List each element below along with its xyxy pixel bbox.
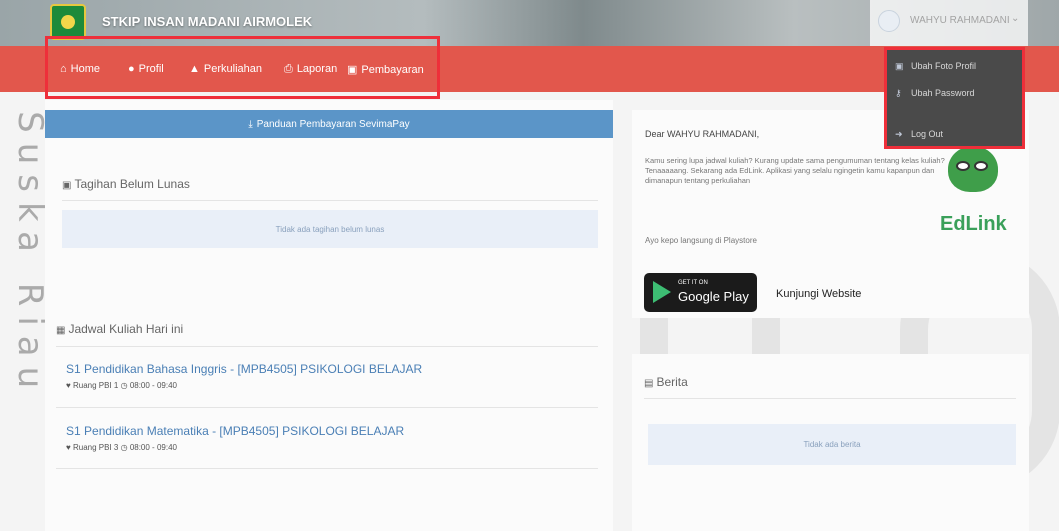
newspaper-icon: ▤ <box>644 378 654 389</box>
edlink-logo: EdLink <box>940 213 1007 235</box>
menu-logout-label: Log Out <box>911 129 944 139</box>
visit-website-link[interactable]: Kunjungi Website <box>776 288 861 300</box>
menu-change-photo[interactable]: ▣ Ubah Foto Profil <box>895 61 976 72</box>
news-title-text: Berita <box>656 375 688 389</box>
key-icon: ⚷ <box>895 88 902 98</box>
institution-logo <box>50 4 86 40</box>
calendar-icon: ▦ <box>56 325 66 336</box>
promo-line-1: Kamu sering lupa jadwal kuliah? Kurang u… <box>645 156 945 165</box>
chevron-down-icon: ⌄ <box>1011 13 1020 24</box>
gplay-big-text: Google Play <box>678 289 749 304</box>
course-link[interactable]: S1 Pendidikan Matematika - [MPB4505] PSI… <box>66 424 404 438</box>
promo-greeting: Dear WAHYU RAHMADANI, <box>645 129 760 139</box>
nav-highlight-box <box>45 36 440 99</box>
user-menu-toggle[interactable]: WAHYU RAHMADANI ⌄ <box>870 0 1028 46</box>
course-meta: ♥ Ruang PBI 3 ◷ 08:00 - 09:40 <box>66 443 404 452</box>
news-title: ▤ Berita <box>644 375 688 389</box>
download-icon: ⤓ <box>248 118 253 130</box>
menu-change-photo-label: Ubah Foto Profil <box>911 61 977 71</box>
divider <box>56 346 598 347</box>
news-empty-message: Tidak ada berita <box>648 424 1016 465</box>
promo-playstore-text: Ayo kepo langsung di Playstore <box>645 236 757 245</box>
course-meta: ♥ Ruang PBI 1 ◷ 08:00 - 09:40 <box>66 381 422 390</box>
main-panel <box>45 100 613 531</box>
bills-empty-message: Tidak ada tagihan belum lunas <box>62 210 598 248</box>
menu-change-password[interactable]: ⚷ Ubah Password <box>895 88 975 99</box>
course-time: 08:00 - 09:40 <box>129 443 177 452</box>
menu-logout[interactable]: ➜ Log Out <box>895 129 943 140</box>
payment-guide-label: Panduan Pembayaran SevimaPay <box>256 118 410 130</box>
edlink-mascot-icon <box>948 146 998 192</box>
divider <box>56 407 598 408</box>
clock-icon: ◷ <box>120 381 128 390</box>
eye <box>974 161 988 171</box>
promo-text: Kamu sering lupa jadwal kuliah? Kurang u… <box>645 156 945 186</box>
course-time: 08:00 - 09:40 <box>129 381 177 390</box>
course-link[interactable]: S1 Pendidikan Bahasa Inggris - [MPB4505]… <box>66 362 422 376</box>
money-icon: ▣ <box>62 180 72 191</box>
bills-title-text: Tagihan Belum Lunas <box>74 177 190 191</box>
list-item: S1 Pendidikan Matematika - [MPB4505] PSI… <box>66 424 404 452</box>
avatar <box>878 10 900 32</box>
app-title: STKIP INSAN MADANI AIRMOLEK <box>102 14 313 29</box>
course-room: Ruang PBI 1 <box>72 381 119 390</box>
map-marker-icon: ♥ <box>66 381 71 390</box>
user-dropdown-menu: ▣ Ubah Foto Profil ⚷ Ubah Password ➜ Log Ou… <box>884 47 1025 149</box>
eye <box>956 161 970 171</box>
divider <box>62 200 598 201</box>
user-name: WAHYU RAHMADANI <box>910 15 1010 26</box>
bills-title: ▣ Tagihan Belum Lunas <box>62 177 190 191</box>
promo-line-2: Tenaaaaang. Sekarang ada EdLink. Aplikas… <box>645 166 935 185</box>
image-icon: ▣ <box>895 61 904 71</box>
clock-icon: ◷ <box>120 443 128 452</box>
divider <box>56 468 598 469</box>
payment-guide-button[interactable]: ⤓ Panduan Pembayaran SevimaPay <box>45 110 613 138</box>
menu-change-password-label: Ubah Password <box>911 88 975 98</box>
play-icon <box>653 281 671 303</box>
schedule-title-text: Jadwal Kuliah Hari ini <box>68 322 184 336</box>
map-marker-icon: ♥ <box>66 443 71 452</box>
divider <box>644 398 1016 399</box>
course-room: Ruang PBI 3 <box>72 443 119 452</box>
gplay-small-text: GET IT ON <box>678 280 708 286</box>
google-play-badge[interactable]: GET IT ON Google Play <box>644 273 757 312</box>
schedule-title: ▦ Jadwal Kuliah Hari ini <box>56 322 183 336</box>
list-item: S1 Pendidikan Bahasa Inggris - [MPB4505]… <box>66 362 422 390</box>
logout-icon: ➜ <box>895 129 903 139</box>
